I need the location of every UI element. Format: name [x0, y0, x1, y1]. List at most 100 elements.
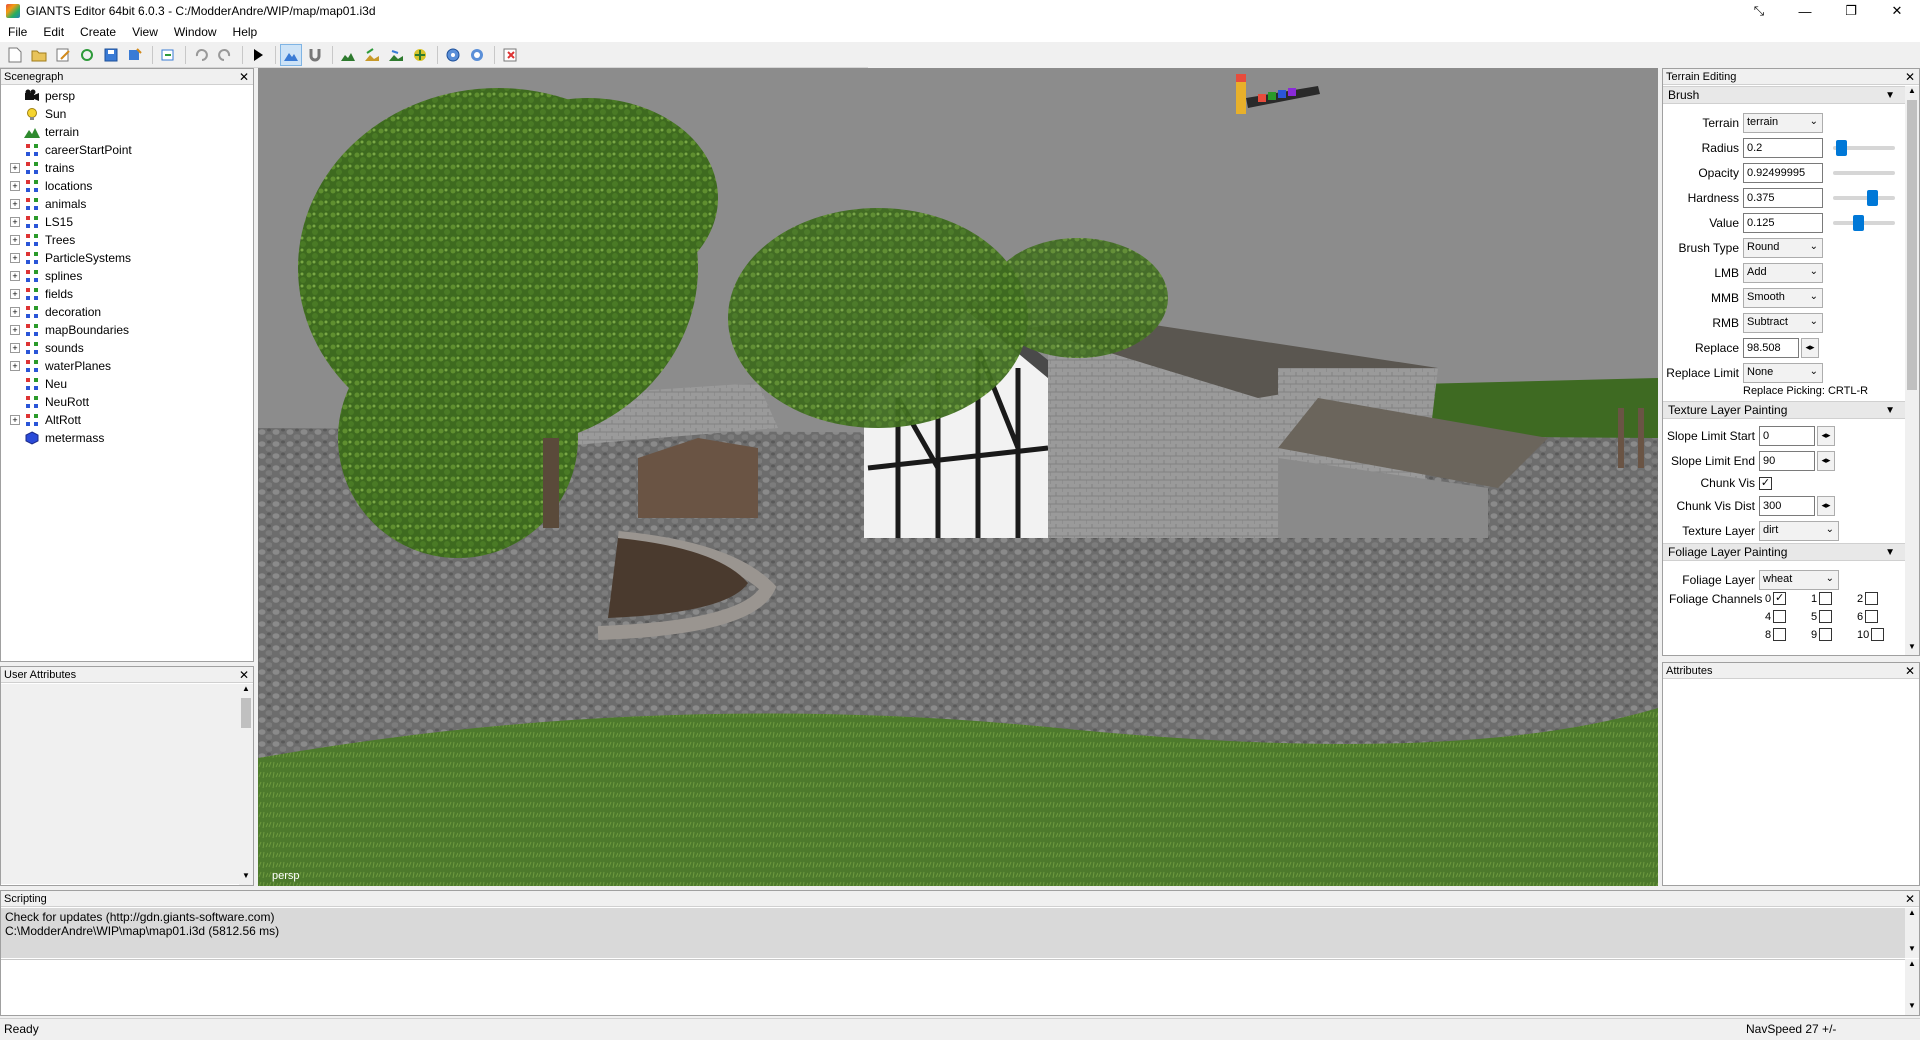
tree-item-neu[interactable]: Neu — [1, 375, 253, 393]
radius-input[interactable] — [1743, 137, 1823, 158]
script-debugger-icon[interactable] — [499, 44, 521, 66]
foliage-layer-select[interactable]: wheat ⌄ — [1759, 569, 1839, 590]
mmb-select[interactable]: Smooth ⌄ — [1743, 287, 1823, 308]
magnet-icon[interactable] — [304, 44, 326, 66]
scroll-down-icon[interactable]: ▼ — [1905, 944, 1919, 958]
foliage-channel-checkbox[interactable] — [1871, 628, 1885, 641]
new-file-icon[interactable] — [4, 44, 26, 66]
tree-item-careerstartpoint[interactable]: careerStartPoint — [1, 141, 253, 159]
spinner-arrows-icon[interactable]: ◂▸ — [1801, 337, 1819, 358]
menu-create[interactable]: Create — [72, 25, 124, 39]
tree-item-animals[interactable]: + animals — [1, 195, 253, 213]
scroll-thumb[interactable] — [1907, 100, 1917, 390]
rmb-select[interactable]: Subtract ⌄ — [1743, 312, 1823, 333]
expand-plus-icon[interactable]: + — [10, 235, 20, 245]
tree-item-metermass[interactable]: metermass — [1, 429, 253, 447]
spinner-arrows-icon[interactable]: ◂▸ — [1817, 425, 1835, 446]
open-folder-icon[interactable] — [28, 44, 50, 66]
value-input[interactable] — [1743, 212, 1823, 233]
expand-plus-icon[interactable]: + — [10, 271, 20, 281]
tree-item-sounds[interactable]: + sounds — [1, 339, 253, 357]
close-icon[interactable]: ✕ — [1905, 69, 1915, 85]
script-input[interactable] — [1, 959, 1905, 1015]
edit-file-icon[interactable] — [52, 44, 74, 66]
tree-item-mapboundaries[interactable]: + mapBoundaries — [1, 321, 253, 339]
expand-plus-icon[interactable]: + — [10, 343, 20, 353]
opacity-slider-track[interactable] — [1833, 171, 1895, 175]
scroll-up-icon[interactable]: ▲ — [239, 684, 253, 698]
undo-icon[interactable] — [190, 44, 212, 66]
spinner-arrows-icon[interactable]: ◂▸ — [1817, 450, 1835, 471]
brush-type-select[interactable]: Round ⌄ — [1743, 237, 1823, 258]
tree-item-ls15[interactable]: + LS15 — [1, 213, 253, 231]
tree-item-altrott[interactable]: + AltRott — [1, 411, 253, 429]
radius-slider-thumb[interactable] — [1835, 140, 1847, 156]
save-as-icon[interactable] — [124, 44, 146, 66]
scroll-up-icon[interactable]: ▲ — [1905, 908, 1919, 922]
expand-plus-icon[interactable]: + — [10, 163, 20, 173]
close-icon[interactable]: ✕ — [1905, 663, 1915, 679]
texture-section-header[interactable]: Texture Layer Painting ▼ — [1663, 401, 1905, 419]
collapse-arrow-icon[interactable]: ▼ — [1885, 87, 1895, 104]
expand-plus-icon[interactable]: + — [10, 289, 20, 299]
expand-plus-icon[interactable]: + — [10, 325, 20, 335]
redo-icon[interactable] — [214, 44, 236, 66]
opacity-input[interactable] — [1743, 162, 1823, 183]
refresh-icon[interactable] — [76, 44, 98, 66]
tree-item-persp[interactable]: persp — [1, 87, 253, 105]
close-icon[interactable]: ✕ — [239, 69, 249, 85]
foliage-channel-checkbox[interactable] — [1865, 610, 1879, 623]
foliage-channel-checkbox[interactable] — [1773, 610, 1787, 623]
replace-limit-select[interactable]: None ⌄ — [1743, 362, 1823, 383]
expand-plus-icon[interactable]: + — [10, 199, 20, 209]
hardness-input[interactable] — [1743, 187, 1823, 208]
value-slider-thumb[interactable] — [1852, 215, 1864, 231]
scroll-up-icon[interactable]: ▲ — [1905, 959, 1919, 973]
scroll-down-icon[interactable]: ▼ — [1905, 642, 1919, 655]
value-slider-track[interactable] — [1833, 221, 1895, 225]
scripting-log-scrollbar[interactable]: ▲ ▼ — [1905, 908, 1919, 958]
foliage-channel-checkbox[interactable] — [1819, 592, 1833, 605]
brush-section-header[interactable]: Brush ▼ — [1663, 86, 1905, 104]
collapse-arrow-icon[interactable]: ▼ — [1885, 402, 1895, 419]
menu-help[interactable]: Help — [225, 25, 266, 39]
user-attributes-scrollbar[interactable]: ▲ ▼ — [239, 684, 253, 885]
menu-window[interactable]: Window — [166, 25, 225, 39]
menu-edit[interactable]: Edit — [35, 25, 72, 39]
save-icon[interactable] — [100, 44, 122, 66]
3d-viewport[interactable]: persp — [258, 68, 1658, 886]
menu-file[interactable]: File — [0, 25, 35, 39]
foliage-add-icon[interactable] — [409, 44, 431, 66]
foliage-paint-icon[interactable] — [385, 44, 407, 66]
resize-arrows-icon[interactable]: ⤡ — [1736, 0, 1782, 22]
tree-item-trees[interactable]: + Trees — [1, 231, 253, 249]
foliage-channel-checkbox[interactable] — [1865, 592, 1879, 605]
minimize-button[interactable]: — — [1782, 0, 1828, 22]
expand-plus-icon[interactable]: + — [10, 361, 20, 371]
lmb-select[interactable]: Add ⌄ — [1743, 262, 1823, 283]
expand-plus-icon[interactable]: + — [10, 415, 20, 425]
slope-end-input[interactable] — [1759, 450, 1815, 471]
tree-item-waterplanes[interactable]: + waterPlanes — [1, 357, 253, 375]
terrain-select[interactable]: terrain ⌄ — [1743, 112, 1823, 133]
expand-plus-icon[interactable]: + — [10, 253, 20, 263]
import-icon[interactable] — [157, 44, 179, 66]
terrain-editing-scrollbar[interactable]: ▲ ▼ — [1905, 86, 1919, 655]
maximize-button[interactable]: ❐ — [1828, 0, 1874, 22]
tree-item-particlesystems[interactable]: + ParticleSystems — [1, 249, 253, 267]
foliage-channel-checkbox[interactable] — [1773, 628, 1787, 641]
texture-layer-select[interactable]: dirt ⌄ — [1759, 520, 1839, 541]
scroll-thumb[interactable] — [241, 698, 251, 728]
texture-paint-icon[interactable] — [361, 44, 383, 66]
chunk-vis-checkbox[interactable]: ✓ — [1759, 476, 1772, 490]
chunk-vis-dist-input[interactable] — [1759, 495, 1815, 516]
network-icon[interactable] — [442, 44, 464, 66]
terrain-edit-icon[interactable] — [280, 43, 302, 66]
tree-item-locations[interactable]: + locations — [1, 177, 253, 195]
spinner-arrows-icon[interactable]: ◂▸ — [1817, 495, 1835, 516]
expand-plus-icon[interactable]: + — [10, 217, 20, 227]
tree-item-neurott[interactable]: NeuRott — [1, 393, 253, 411]
tree-item-fields[interactable]: + fields — [1, 285, 253, 303]
script-input-scrollbar[interactable]: ▲ ▼ — [1905, 959, 1919, 1015]
slope-start-input[interactable] — [1759, 425, 1815, 446]
